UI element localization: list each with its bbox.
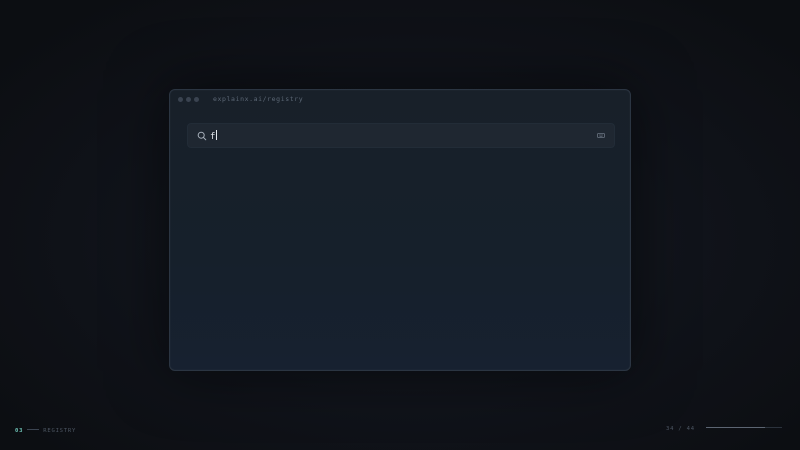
page-total: 44: [686, 426, 695, 432]
page-current: 34: [666, 426, 675, 432]
text-caret: [216, 130, 218, 140]
presentation-stage: explainx.ai/registry f 03 REGISTRY 34 / 4…: [0, 0, 800, 450]
search-icon: [197, 131, 207, 141]
section-label: REGISTRY: [43, 428, 77, 434]
keyboard-icon: [597, 133, 605, 138]
window-titlebar: explainx.ai/registry: [170, 90, 630, 110]
section-divider: [27, 429, 40, 430]
window-maximize-dot[interactable]: [194, 97, 199, 102]
page-indicator: 34 / 44: [666, 426, 782, 432]
window-minimize-dot[interactable]: [186, 97, 191, 102]
browser-window: explainx.ai/registry f: [169, 89, 631, 371]
window-url: explainx.ai/registry: [213, 95, 304, 103]
section-indicator: 03 REGISTRY: [15, 428, 76, 434]
page-separator: /: [678, 426, 683, 432]
page-progress-bar: [706, 427, 782, 428]
page-progress-fill: [706, 427, 765, 428]
window-close-dot[interactable]: [178, 97, 183, 102]
section-number: 03: [15, 428, 24, 434]
search-input[interactable]: f: [187, 123, 615, 148]
search-value: f: [210, 130, 218, 142]
